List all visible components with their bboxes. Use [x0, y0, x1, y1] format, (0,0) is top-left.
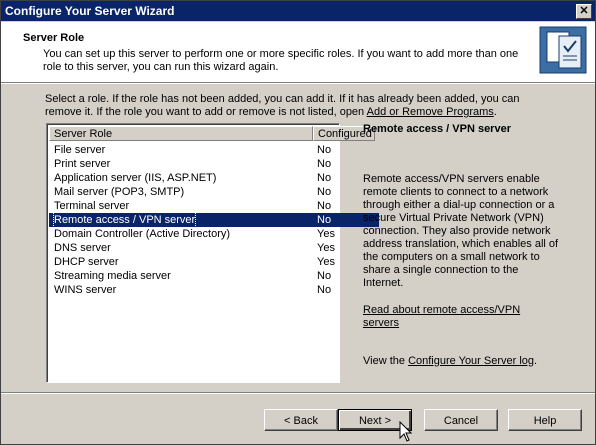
- role-row[interactable]: Streaming media server No: [49, 269, 379, 283]
- role-configured: No: [317, 284, 332, 296]
- cancel-button[interactable]: Cancel: [424, 409, 498, 431]
- close-icon: ✕: [579, 5, 589, 17]
- role-configured: No: [317, 200, 332, 212]
- close-button[interactable]: ✕: [576, 4, 592, 19]
- role-name: DNS server: [54, 242, 111, 254]
- role-configured: No: [317, 214, 332, 226]
- role-name: DHCP server: [54, 256, 119, 268]
- role-row[interactable]: WINS server No: [49, 283, 379, 297]
- role-row[interactable]: Remote access / VPN server No: [49, 212, 379, 228]
- role-configured: Yes: [317, 228, 335, 240]
- window-title: Configure Your Server Wizard: [5, 4, 175, 18]
- mouse-pointer-icon: [399, 421, 413, 442]
- role-row[interactable]: File server No: [49, 143, 379, 157]
- role-row[interactable]: DHCP server Yes: [49, 255, 379, 269]
- role-name: Application server (IIS, ASP.NET): [54, 172, 217, 184]
- read-about-link-text[interactable]: Read about remote access/VPN servers: [363, 304, 520, 329]
- role-row[interactable]: DNS server Yes: [49, 241, 379, 255]
- role-configured: No: [317, 270, 332, 282]
- server-wizard-icon: [539, 26, 587, 74]
- help-button[interactable]: Help: [508, 409, 582, 431]
- role-name: Mail server (POP3, SMTP): [54, 186, 185, 198]
- page-description: You can set up this server to perform on…: [43, 48, 519, 73]
- role-configured: Yes: [317, 242, 335, 254]
- role-details: Remote access / VPN server Remote access…: [363, 123, 563, 367]
- wizard-header: Server Role You can set up this server t…: [1, 22, 595, 83]
- server-role-list[interactable]: Server Role Configured File server No Prin…: [46, 123, 379, 383]
- intro-text: Select a role. If the role has not been …: [45, 93, 535, 119]
- back-button[interactable]: < Back: [264, 409, 338, 431]
- role-row[interactable]: Print server No: [49, 157, 379, 171]
- role-name: Remote access / VPN server: [52, 212, 197, 228]
- role-name: File server: [54, 144, 106, 156]
- view-log-suffix: .: [534, 355, 538, 367]
- configure-server-log-link[interactable]: Configure Your Server log: [408, 355, 534, 367]
- role-configured: No: [317, 158, 332, 170]
- role-row[interactable]: Mail server (POP3, SMTP) No: [49, 185, 379, 199]
- role-configured: No: [317, 172, 332, 184]
- role-rows: File server No Print server No Application s…: [49, 143, 379, 297]
- add-remove-programs-link[interactable]: Add or Remove Programs: [367, 106, 494, 118]
- role-name: Terminal server: [54, 200, 130, 212]
- page-title: Server Role: [23, 32, 85, 44]
- footer-divider-highlight: [1, 393, 595, 394]
- role-configured: No: [317, 144, 332, 156]
- wizard-window: Configure Your Server Wizard ✕ Server Ro…: [0, 0, 596, 445]
- intro-suffix: .: [493, 106, 497, 118]
- role-details-title: Remote access / VPN server: [363, 123, 511, 135]
- role-name: Print server: [54, 158, 111, 170]
- title-bar[interactable]: Configure Your Server Wizard ✕: [1, 1, 595, 21]
- header-divider: [1, 83, 595, 84]
- role-name: WINS server: [54, 284, 117, 296]
- view-log-text: View the Configure Your Server log.: [363, 355, 583, 368]
- role-details-body: Remote access/VPN servers enable remote …: [363, 173, 559, 289]
- role-row[interactable]: Domain Controller (Active Directory) Yes: [49, 227, 379, 241]
- role-name: Streaming media server: [54, 270, 171, 282]
- role-row[interactable]: Terminal server No: [49, 199, 379, 213]
- role-configured: No: [317, 186, 332, 198]
- read-about-link[interactable]: Read about remote access/VPN servers: [363, 304, 559, 330]
- role-configured: Yes: [317, 256, 335, 268]
- column-header-server-role[interactable]: Server Role: [49, 126, 313, 141]
- view-log-prefix: View the: [363, 355, 409, 367]
- role-row[interactable]: Application server (IIS, ASP.NET) No: [49, 171, 379, 185]
- role-name: Domain Controller (Active Directory): [54, 228, 231, 240]
